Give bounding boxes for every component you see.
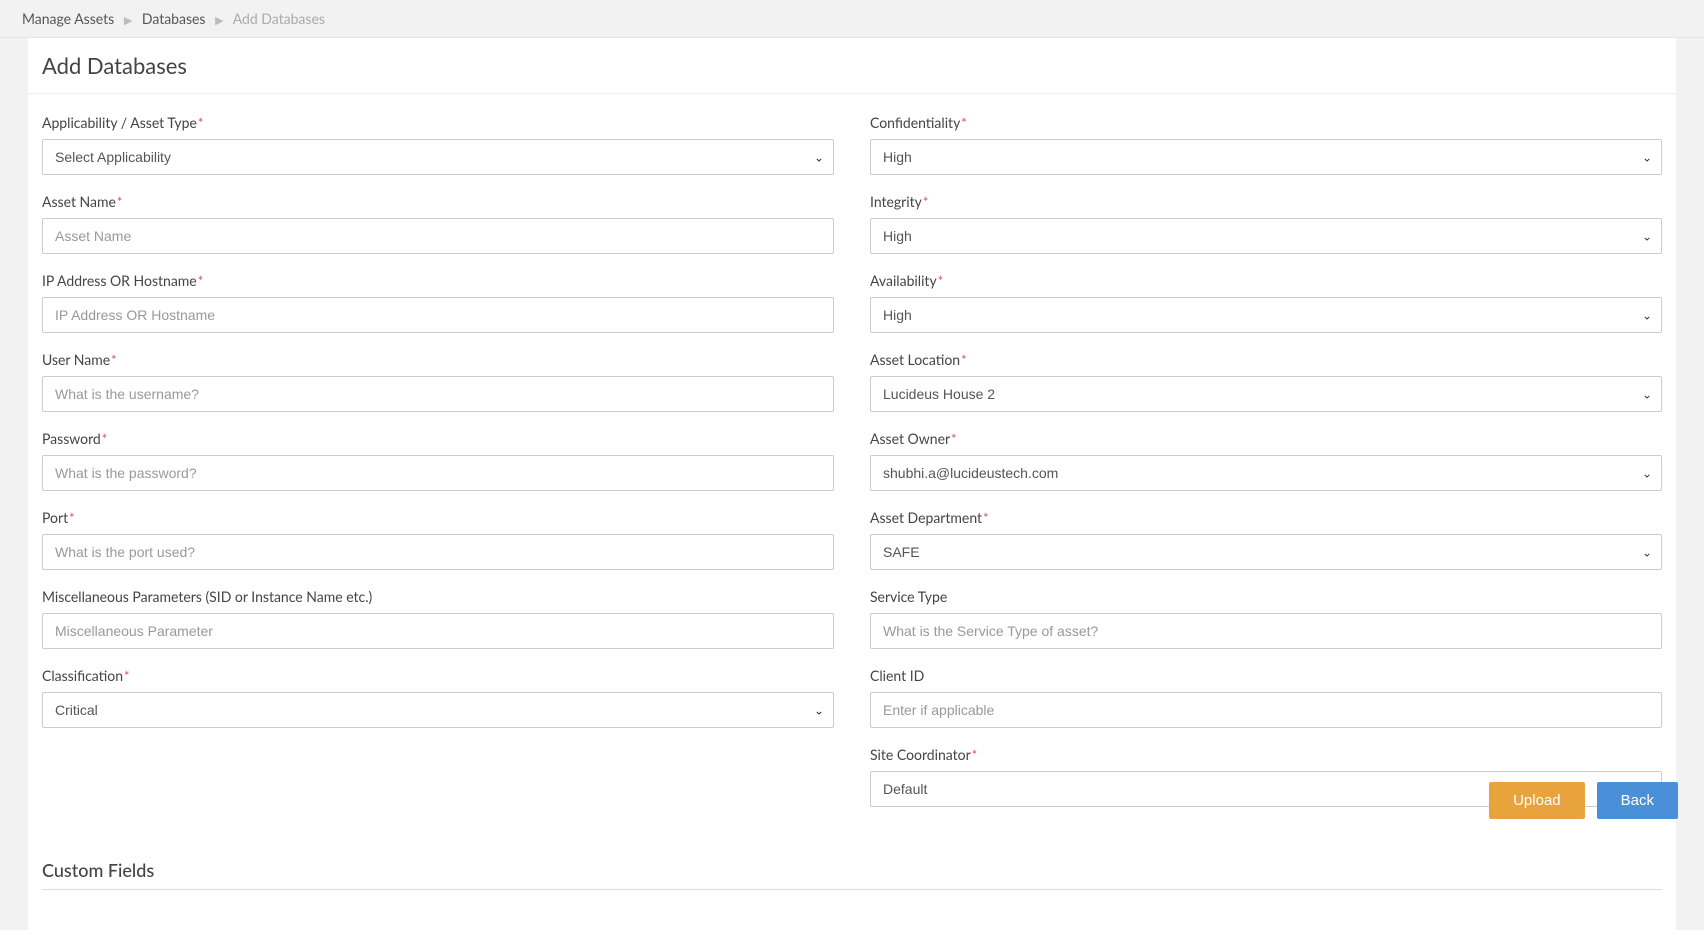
port-input[interactable] (42, 534, 834, 570)
required-asterisk: * (111, 352, 117, 368)
port-label: Port* (42, 509, 834, 526)
client-id-label: Client ID (870, 667, 1662, 684)
required-asterisk: * (198, 115, 204, 131)
asset-department-select[interactable]: SAFE (870, 534, 1662, 570)
required-asterisk: * (961, 352, 967, 368)
classification-label: Classification* (42, 667, 834, 684)
site-coordinator-label: Site Coordinator* (870, 746, 1662, 763)
divider (42, 889, 1662, 890)
required-asterisk: * (117, 194, 123, 210)
required-asterisk: * (102, 431, 108, 447)
asset-name-label: Asset Name* (42, 193, 834, 210)
required-asterisk: * (961, 115, 967, 131)
client-id-input[interactable] (870, 692, 1662, 728)
asset-name-input[interactable] (42, 218, 834, 254)
right-column: Confidentiality* High ⌄ Integrity* High (870, 114, 1662, 825)
confidentiality-label: Confidentiality* (870, 114, 1662, 131)
misc-input[interactable] (42, 613, 834, 649)
left-column: Applicability / Asset Type* Select Appli… (42, 114, 834, 825)
confidentiality-select[interactable]: High (870, 139, 1662, 175)
required-asterisk: * (938, 273, 944, 289)
integrity-label: Integrity* (870, 193, 1662, 210)
asset-owner-select[interactable]: shubhi.a@lucideustech.com (870, 455, 1662, 491)
breadcrumb-root[interactable]: Manage Assets (22, 10, 114, 27)
service-type-input[interactable] (870, 613, 1662, 649)
page-card: Add Databases Applicability / Asset Type… (28, 38, 1676, 930)
required-asterisk: * (972, 747, 978, 763)
applicability-label: Applicability / Asset Type* (42, 114, 834, 131)
integrity-select[interactable]: High (870, 218, 1662, 254)
user-name-input[interactable] (42, 376, 834, 412)
required-asterisk: * (124, 668, 130, 684)
availability-select[interactable]: High (870, 297, 1662, 333)
applicability-select[interactable]: Select Applicability (42, 139, 834, 175)
action-buttons: Upload Back (1489, 782, 1678, 819)
asset-location-label: Asset Location* (870, 351, 1662, 368)
required-asterisk: * (983, 510, 989, 526)
ip-host-label: IP Address OR Hostname* (42, 272, 834, 289)
classification-select[interactable]: Critical (42, 692, 834, 728)
chevron-right-icon: ▶ (215, 14, 223, 27)
availability-label: Availability* (870, 272, 1662, 289)
required-asterisk: * (923, 194, 929, 210)
custom-fields-title: Custom Fields (28, 833, 1676, 885)
required-asterisk: * (69, 510, 75, 526)
chevron-right-icon: ▶ (124, 14, 132, 27)
back-button[interactable]: Back (1597, 782, 1678, 819)
page-title: Add Databases (28, 38, 1676, 94)
breadcrumb: Manage Assets ▶ Databases ▶ Add Database… (0, 0, 1704, 38)
service-type-label: Service Type (870, 588, 1662, 605)
misc-label: Miscellaneous Parameters (SID or Instanc… (42, 588, 834, 605)
required-asterisk: * (951, 431, 957, 447)
user-name-label: User Name* (42, 351, 834, 368)
password-input[interactable] (42, 455, 834, 491)
asset-department-label: Asset Department* (870, 509, 1662, 526)
asset-location-select[interactable]: Lucideus House 2 (870, 376, 1662, 412)
upload-button[interactable]: Upload (1489, 782, 1585, 819)
breadcrumb-current: Add Databases (233, 10, 325, 27)
asset-owner-label: Asset Owner* (870, 430, 1662, 447)
breadcrumb-mid[interactable]: Databases (142, 10, 206, 27)
ip-host-input[interactable] (42, 297, 834, 333)
required-asterisk: * (198, 273, 204, 289)
password-label: Password* (42, 430, 834, 447)
